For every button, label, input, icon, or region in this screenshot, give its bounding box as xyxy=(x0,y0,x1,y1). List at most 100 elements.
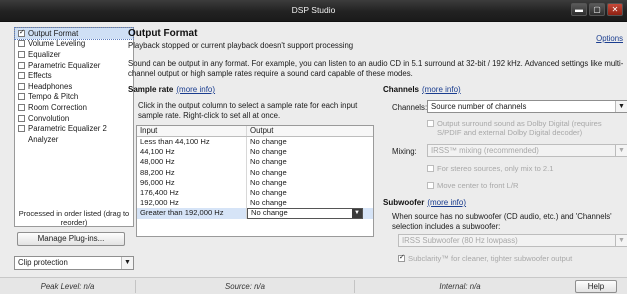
output-column-header: Output xyxy=(250,126,274,135)
plugin-item[interactable]: Analyzer xyxy=(15,134,133,145)
checkbox-icon[interactable] xyxy=(18,103,25,111)
checkbox-icon[interactable] xyxy=(18,93,25,101)
plugin-list[interactable]: Output FormatVolume LevelingEqualizerPar… xyxy=(14,27,134,227)
peak-level-status: Peak Level: n/a xyxy=(40,281,95,291)
table-row[interactable]: 44,100 Hz No change xyxy=(137,147,373,158)
plugin-item-label: Output Format xyxy=(28,28,79,38)
table-row[interactable]: 192,000 Hz No change xyxy=(137,198,373,209)
plugin-item[interactable]: Parametric Equalizer 2 xyxy=(15,123,133,134)
output-rate-cell[interactable]: No change xyxy=(247,137,287,147)
checkbox-icon[interactable] xyxy=(18,125,25,133)
clip-protection-select[interactable]: Clip protection ▼ xyxy=(14,256,134,270)
plugin-item[interactable]: Effects xyxy=(15,70,133,81)
output-rate-value: No change xyxy=(250,198,287,208)
channels-more-info-link[interactable]: (more info) xyxy=(422,85,461,94)
chevron-down-icon[interactable]: ▼ xyxy=(615,235,627,246)
output-rate-value: No change xyxy=(250,137,287,146)
output-rate-dropdown[interactable]: No change ▼ xyxy=(247,208,363,219)
output-rate-value: No change xyxy=(250,147,287,157)
checkbox-icon[interactable] xyxy=(398,253,405,262)
output-rate-cell[interactable]: No change xyxy=(247,198,287,208)
checkbox-icon[interactable] xyxy=(427,165,434,172)
bitstream-dolby-checkbox[interactable]: Output surround sound as Dolby Digital (… xyxy=(427,119,627,137)
clip-protection-value: Clip protection xyxy=(18,258,68,267)
mixing-label: Mixing: xyxy=(392,147,417,156)
input-rate-cell: 96,000 Hz xyxy=(137,177,247,188)
help-button[interactable]: Help xyxy=(575,280,617,293)
checkbox-icon[interactable] xyxy=(18,82,25,90)
playback-status-text: Playback stopped or current playback doe… xyxy=(128,41,354,50)
checkbox-icon[interactable] xyxy=(427,120,434,127)
manage-plugins-button[interactable]: Manage Plug-ins... xyxy=(17,232,125,246)
table-row[interactable]: Less than 44,100 Hz No change xyxy=(137,137,373,148)
close-icon[interactable]: ✕ xyxy=(607,3,623,16)
subclarity-checkbox[interactable]: Subclarity™ for cleaner, tighter subwoof… xyxy=(398,253,572,263)
sample-rate-heading: Sample rate (more info) xyxy=(128,85,215,94)
output-rate-cell[interactable]: No change xyxy=(247,157,287,167)
channels-title: Channels xyxy=(383,85,420,94)
table-row[interactable]: 48,000 Hz No change xyxy=(137,157,373,168)
plugin-item-label: Parametric Equalizer xyxy=(28,60,101,70)
maximize-icon[interactable]: ▢ xyxy=(589,3,605,16)
minimize-icon[interactable]: ▬ xyxy=(571,3,587,16)
output-rate-cell[interactable]: No change xyxy=(247,188,287,198)
plugin-item-label: Tempo & Pitch xyxy=(28,92,79,102)
output-format-description: Sound can be output in any format. For e… xyxy=(128,59,624,78)
table-row[interactable]: 176,400 Hz No change xyxy=(137,187,373,199)
plugin-item[interactable]: Convolution xyxy=(15,113,133,124)
output-rate-cell[interactable]: No change xyxy=(247,147,287,157)
table-row[interactable]: Greater than 192,000 Hz No change ▼ xyxy=(137,208,373,219)
channels-label: Channels: xyxy=(392,103,428,112)
channels-select[interactable]: Source number of channels ▼ xyxy=(427,100,627,113)
plugin-item-label: Room Correction xyxy=(28,102,87,112)
input-rate-cell: Greater than 192,000 Hz xyxy=(137,208,247,219)
plugin-item[interactable]: Parametric Equalizer xyxy=(15,60,133,71)
window-title: DSP Studio xyxy=(291,5,336,15)
title-bar: DSP Studio ▬ ▢ ✕ xyxy=(0,0,627,22)
plugin-item-label: Convolution xyxy=(28,113,70,123)
sample-rate-rows: Less than 44,100 Hz No change 44,100 Hz No … xyxy=(137,137,373,219)
plugin-item[interactable]: Headphones xyxy=(15,81,133,92)
output-rate-cell[interactable]: No change xyxy=(247,168,287,178)
sample-rate-title: Sample rate xyxy=(128,85,174,94)
checkbox-icon[interactable] xyxy=(18,28,25,37)
plugin-item-label: Equalizer xyxy=(28,49,61,59)
output-rate-cell[interactable]: No change xyxy=(247,178,287,188)
bitstream-dolby-label: Output surround sound as Dolby Digital (… xyxy=(437,119,602,137)
plugin-item[interactable]: Tempo & Pitch xyxy=(15,92,133,103)
input-rate-cell: 88,200 Hz xyxy=(137,167,247,178)
table-row[interactable]: 96,000 Hz No change xyxy=(137,177,373,188)
plugin-item-label: Analyzer xyxy=(28,134,59,144)
table-row[interactable]: 88,200 Hz No change xyxy=(137,167,373,178)
checkbox-icon[interactable] xyxy=(18,72,25,80)
chevron-down-icon[interactable]: ▼ xyxy=(615,101,627,112)
checkbox-icon[interactable] xyxy=(18,114,25,122)
processed-order-note: Processed in order listed (drag to reord… xyxy=(18,209,130,227)
plugin-item[interactable]: Room Correction xyxy=(15,102,133,113)
chevron-down-icon[interactable]: ▼ xyxy=(352,209,362,218)
stereo-only-mix-label: For stereo sources, only mix to 2.1 xyxy=(437,164,554,173)
plugin-item[interactable]: Volume Leveling xyxy=(15,39,133,50)
checkbox-icon[interactable] xyxy=(18,61,25,69)
plugin-item-label: Parametric Equalizer 2 xyxy=(28,124,107,134)
subwoofer-select[interactable]: IRSS Subwoofer (80 Hz lowpass) ▼ xyxy=(398,234,627,247)
channels-heading: Channels (more info) xyxy=(383,85,461,94)
plugin-item[interactable]: Output Format xyxy=(14,27,134,40)
output-rate-value: No change xyxy=(250,187,287,197)
subwoofer-more-info-link[interactable]: (more info) xyxy=(427,198,466,207)
checkbox-icon[interactable] xyxy=(427,182,434,189)
input-column-header: Input xyxy=(137,126,247,136)
output-rate-value: No change xyxy=(250,177,287,187)
checkbox-icon[interactable] xyxy=(18,50,25,58)
checkbox-icon[interactable] xyxy=(18,40,25,48)
subwoofer-description: When source has no subwoofer (CD audio, … xyxy=(392,212,612,231)
stereo-only-mix-checkbox[interactable]: For stereo sources, only mix to 2.1 xyxy=(427,164,553,173)
output-rate-value: No change xyxy=(250,157,287,167)
move-center-checkbox[interactable]: Move center to front L/R xyxy=(427,181,518,190)
mixing-select[interactable]: IRSS™ mixing (recommended) ▼ xyxy=(427,144,627,157)
options-link[interactable]: Options xyxy=(596,34,623,43)
dsp-studio-body: Output FormatVolume LevelingEqualizerPar… xyxy=(0,22,627,294)
chevron-down-icon[interactable]: ▼ xyxy=(615,145,627,156)
sample-rate-more-info-link[interactable]: (more info) xyxy=(176,85,215,94)
plugin-item[interactable]: Equalizer xyxy=(15,49,133,60)
